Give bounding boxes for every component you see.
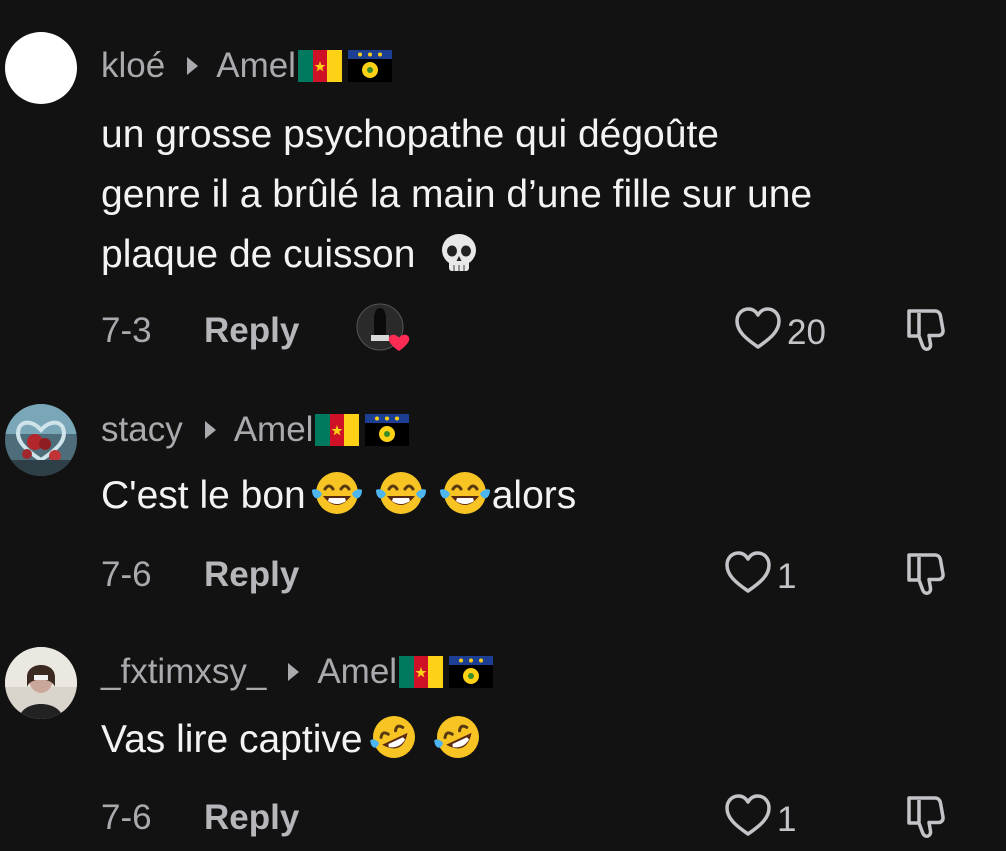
reply-button[interactable]: Reply (204, 555, 299, 595)
comment-text: Vas lire captive (101, 710, 485, 770)
reply-to-name[interactable]: Amel (234, 410, 314, 450)
avatar[interactable] (5, 32, 77, 104)
author-name[interactable]: kloé (101, 46, 165, 86)
comment-header: kloé Amel (101, 46, 392, 86)
comment-text-fragment: alors (491, 474, 577, 517)
comment-text-line: Vas lire captive (101, 710, 485, 770)
like-count: 20 (787, 312, 826, 352)
caret-right-icon (204, 421, 216, 439)
tears-of-joy-emoji (310, 468, 364, 518)
guadeloupe-flag-icon (449, 656, 494, 688)
author-name[interactable]: stacy (101, 410, 183, 450)
caret-right-icon (187, 57, 199, 75)
reply-button[interactable]: Reply (204, 311, 299, 351)
cameroon-flag-icon (399, 656, 444, 688)
cameroon-flag-icon (297, 50, 342, 82)
comment-text-line: plaque de cuisson (101, 225, 812, 285)
comment-text: C'est le bon alors (101, 466, 576, 526)
heart-icon (733, 305, 783, 360)
skull-emoji (436, 231, 482, 277)
like-button[interactable]: 1 (723, 792, 796, 847)
comment-footer: 7-6 Reply 1 (101, 549, 1006, 599)
dislike-button[interactable] (901, 305, 951, 364)
comment-text-fragment: Vas lire captive (101, 718, 363, 761)
dislike-button[interactable] (901, 792, 951, 851)
comment-text-fragment: C'est le bon (101, 474, 306, 517)
dislike-icon (901, 309, 951, 363)
reply-to-name[interactable]: Amel (317, 652, 397, 692)
guadeloupe-flag-icon (347, 50, 392, 82)
dislike-button[interactable] (901, 549, 951, 608)
heart-icon (723, 549, 773, 604)
cameroon-flag-icon (315, 414, 360, 446)
comment-date: 7-6 (101, 555, 152, 594)
like-count: 1 (777, 799, 797, 839)
tears-of-joy-emoji (438, 468, 492, 518)
dislike-icon (901, 796, 951, 850)
heart-icon (723, 792, 773, 847)
like-button[interactable]: 20 (733, 305, 826, 360)
comment-text: un grosse psychopathe qui dégoûte genre … (101, 105, 812, 285)
like-button[interactable]: 1 (723, 549, 796, 604)
comment-text-line: genre il a brûlé la main d’une fille sur… (101, 173, 813, 216)
comment-footer: 7-3 Reply 20 (101, 303, 1006, 355)
rofl-emoji (431, 712, 485, 762)
avatar[interactable] (5, 404, 77, 476)
like-count: 1 (777, 556, 797, 596)
rofl-emoji (367, 712, 421, 762)
author-name[interactable]: _fxtimxsy_ (101, 652, 266, 692)
comment-text-line: C'est le bon alors (101, 466, 576, 526)
comment-date: 7-3 (101, 311, 152, 350)
comment-text-fragment: plaque de cuisson (101, 233, 427, 276)
avatar[interactable] (5, 647, 77, 719)
comment-date: 7-6 (101, 798, 152, 837)
reply-button[interactable]: Reply (204, 798, 299, 838)
comment-text-line: un grosse psychopathe qui dégoûte (101, 113, 719, 156)
caret-right-icon (288, 663, 300, 681)
guadeloupe-flag-icon (365, 414, 410, 446)
comment-footer: 7-6 Reply 1 (101, 792, 1006, 842)
tears-of-joy-emoji (374, 468, 428, 518)
reply-to-name[interactable]: Amel (216, 46, 296, 86)
comment-header: stacy Amel (101, 410, 410, 450)
comment-header: _fxtimxsy_ Amel (101, 652, 494, 692)
dislike-icon (901, 553, 951, 607)
creator-like-badge (355, 301, 415, 357)
